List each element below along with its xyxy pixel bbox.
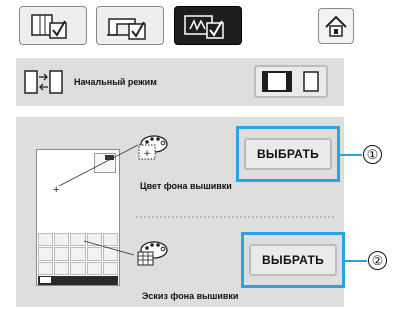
start-mode-icon (24, 70, 63, 94)
tab-settings-sewing[interactable] (96, 6, 164, 45)
machine-check-icon (107, 18, 146, 40)
tab-settings-embroidery[interactable] (174, 6, 242, 45)
background-color-label: Цвет фона вышивки (140, 181, 232, 191)
callout-line-2 (345, 260, 367, 262)
home-button[interactable] (318, 8, 354, 44)
home-icon (325, 15, 347, 37)
background-color-icon: + (138, 135, 168, 160)
svg-text:+: + (143, 149, 151, 159)
callout-2: ② (368, 251, 387, 270)
embroidery-check-icon (184, 15, 224, 39)
select-background-thumbnail-button[interactable]: ВЫБРАТЬ (249, 244, 337, 276)
background-thumbnail-label: Эскиз фона вышивки (142, 291, 239, 301)
tab-settings-general[interactable] (19, 6, 87, 45)
callout-1: ① (363, 145, 382, 164)
screen-layout-icon (262, 71, 319, 92)
start-mode-label: Начальный режим (74, 77, 157, 87)
start-mode-panel: Начальный режим (16, 58, 344, 106)
select-background-color-button[interactable]: ВЫБРАТЬ (244, 138, 332, 170)
callout-line-1 (340, 154, 362, 156)
start-mode-toggle[interactable] (254, 65, 328, 98)
page-check-icon (31, 14, 67, 39)
background-thumbnail-icon (137, 241, 168, 266)
